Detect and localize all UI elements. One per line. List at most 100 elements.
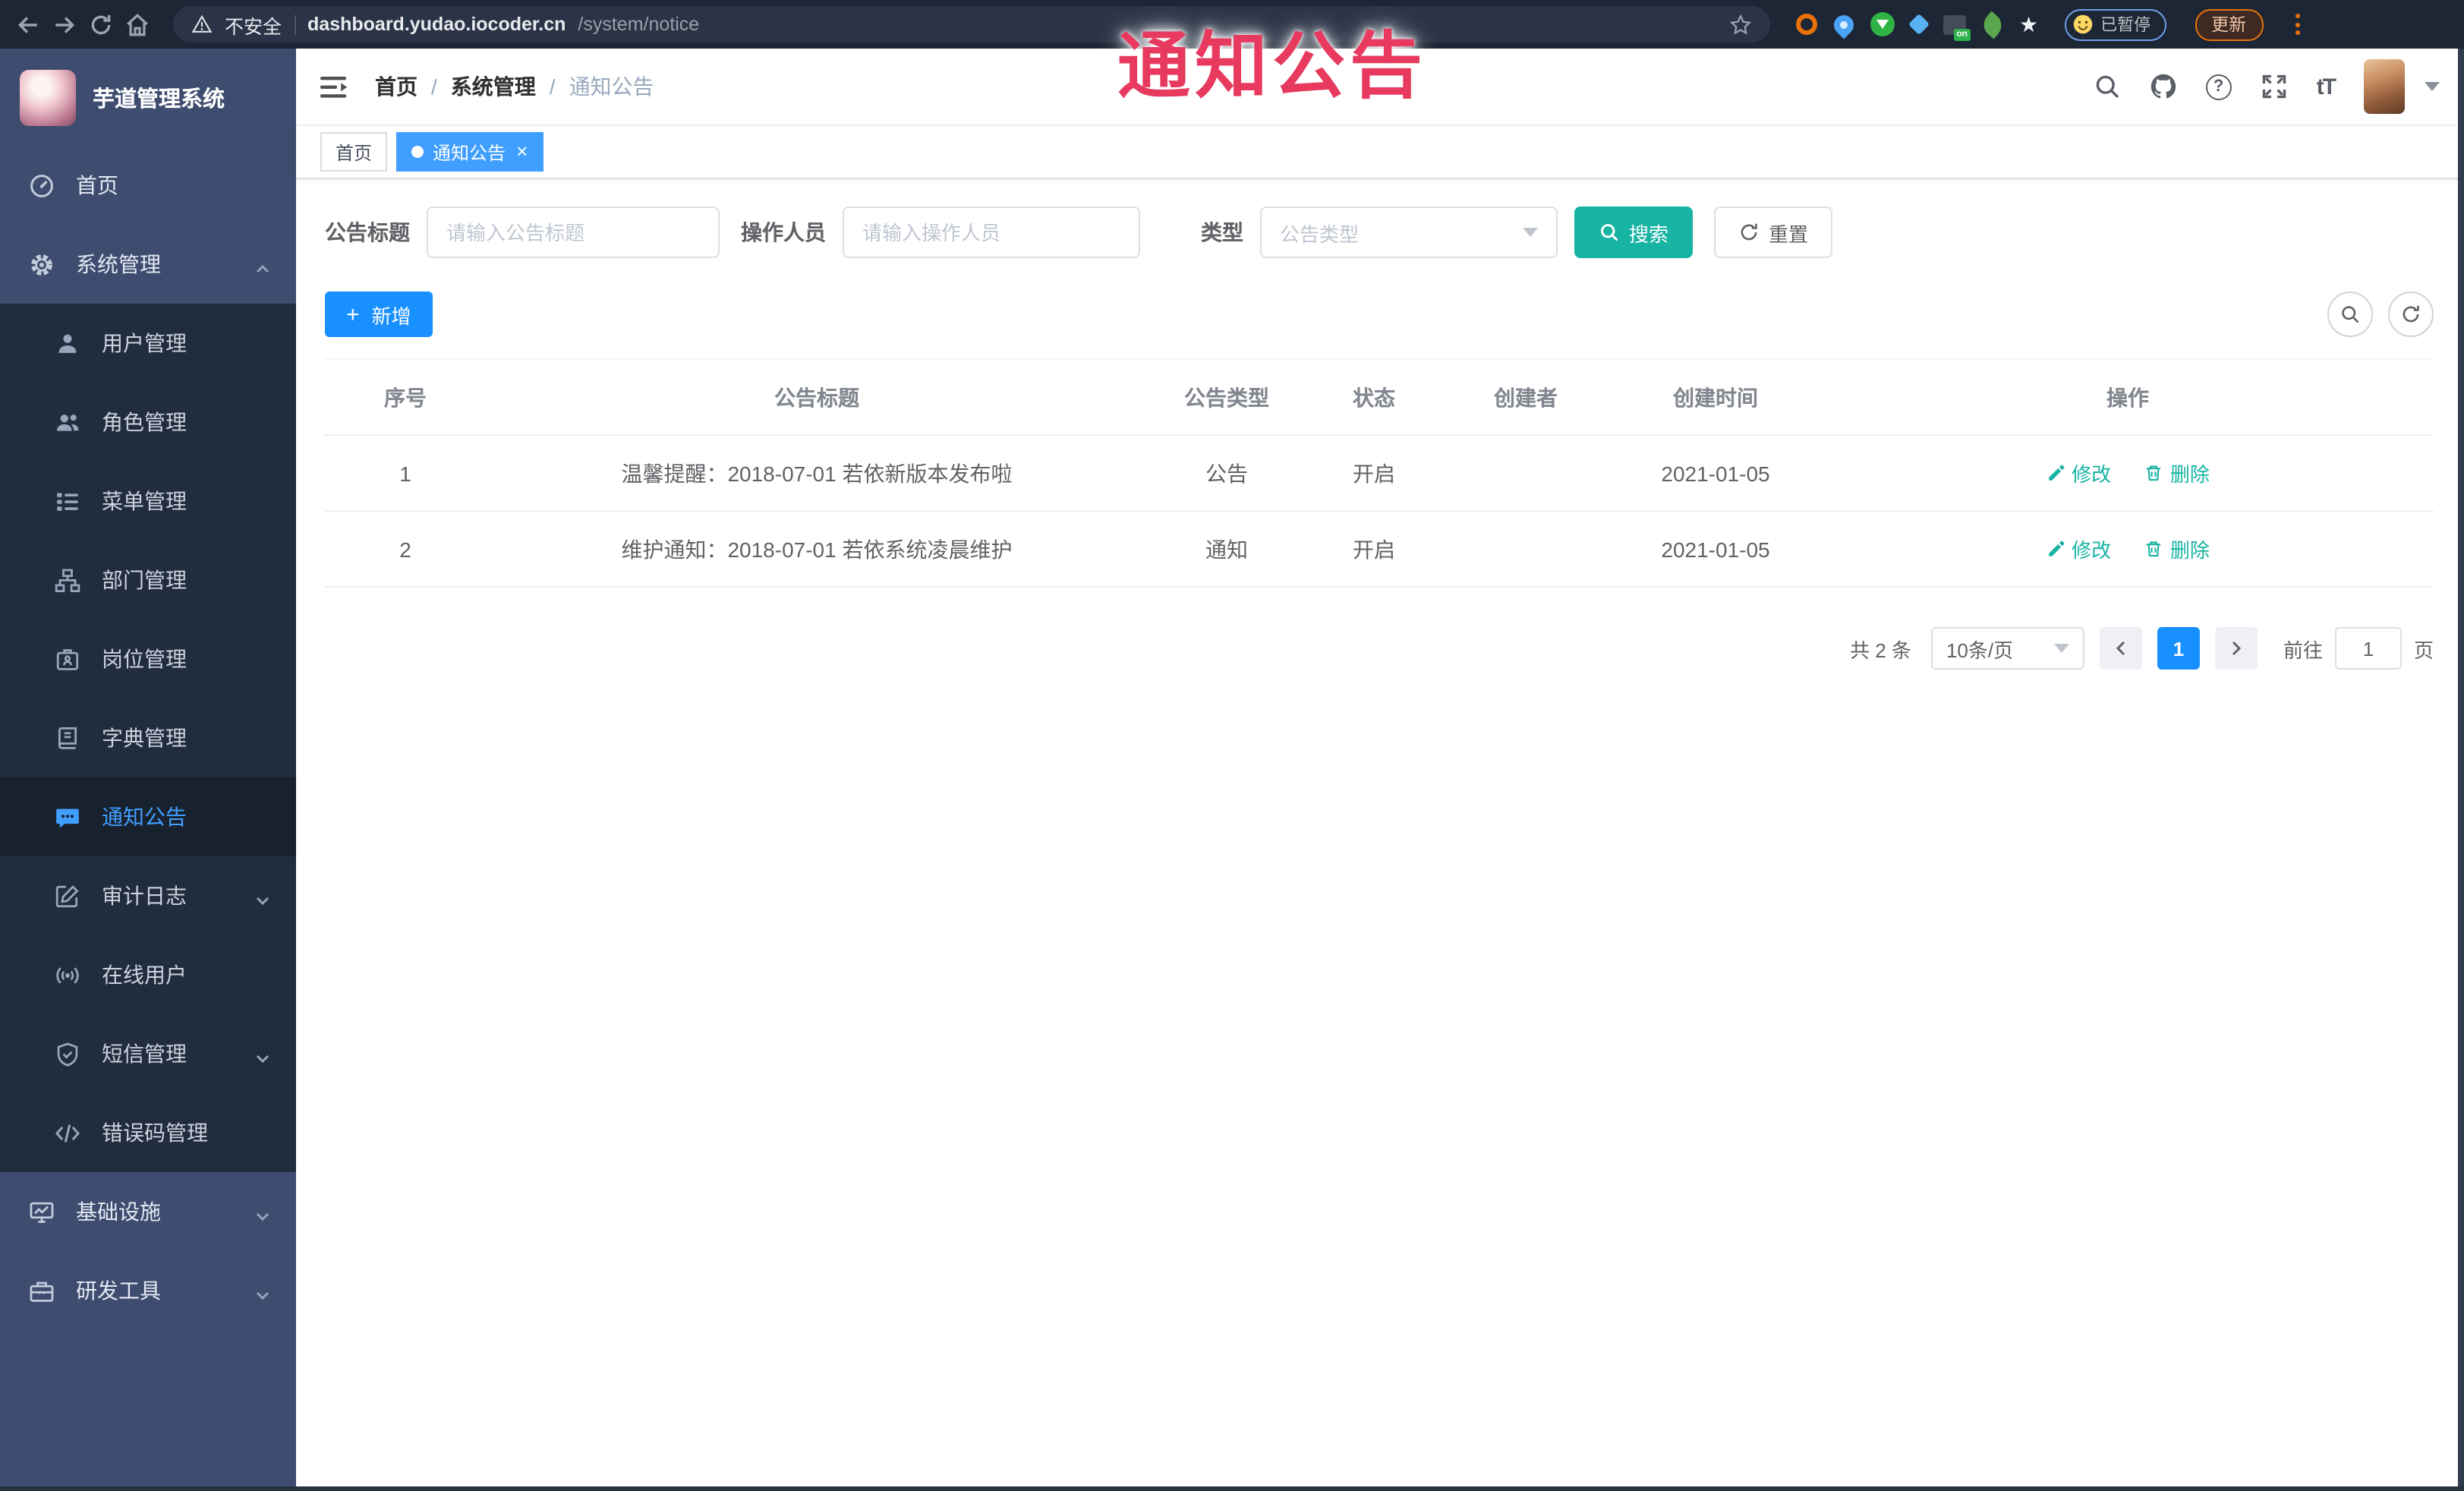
col-creator: 创建者 — [1442, 358, 1609, 436]
title-filter-field — [427, 206, 720, 258]
user-avatar[interactable] — [2364, 59, 2405, 114]
sidebar-item-dev-tools[interactable]: 研发工具 — [0, 1251, 296, 1330]
url-host: dashboard.yudao.iocoder.cn — [307, 14, 566, 35]
cell-status: 开启 — [1306, 435, 1442, 512]
col-type: 公告类型 — [1148, 358, 1306, 436]
sidebar-item-roles[interactable]: 角色管理 — [0, 383, 296, 462]
show-search-button[interactable] — [2327, 292, 2373, 337]
logo: 芋道管理系统 — [0, 49, 296, 146]
delete-link[interactable]: 删除 — [2144, 459, 2210, 487]
tab-paused-chip[interactable]: 已暂停 — [2064, 8, 2166, 40]
sidebar-toggle-icon[interactable] — [320, 74, 349, 99]
main-area: 首页 / 系统管理 / 通知公告 ? tT 首页 通知公告 × 公告标题 请输入… — [296, 49, 2464, 1491]
help-icon[interactable]: ? — [2205, 74, 2232, 99]
page-size-select[interactable]: 10条/页 — [1930, 627, 2084, 670]
search-button[interactable]: 搜索 — [1574, 206, 1694, 258]
edit-square-icon — [55, 883, 80, 909]
tag-home[interactable]: 首页 — [320, 132, 388, 172]
code-icon — [55, 1120, 80, 1146]
sidebar-item-error-codes[interactable]: 错误码管理 — [0, 1093, 296, 1172]
sidebar-item-label: 字典管理 — [102, 726, 187, 750]
bookmark-star-icon[interactable] — [1729, 13, 1752, 36]
operator-filter-label: 操作人员 — [741, 220, 826, 244]
chrome-update-button[interactable]: 更新 — [2195, 8, 2264, 40]
chevron-up-icon — [255, 257, 270, 273]
sidebar-item-departments[interactable]: 部门管理 — [0, 541, 296, 619]
sidebar-item-sms[interactable]: 短信管理 — [0, 1014, 296, 1093]
type-select[interactable]: 公告类型 — [1260, 206, 1558, 258]
sidebar-item-label: 在线用户 — [102, 963, 187, 987]
menu-list-icon — [55, 488, 80, 514]
github-icon[interactable] — [2150, 73, 2177, 100]
edit-link[interactable]: 修改 — [2046, 534, 2111, 563]
reset-button[interactable]: 重置 — [1714, 206, 1833, 258]
font-size-icon[interactable]: tT — [2317, 74, 2336, 99]
tag-notice[interactable]: 通知公告 × — [396, 132, 544, 172]
prev-page-button[interactable] — [2099, 627, 2142, 670]
org-tree-icon — [55, 567, 80, 593]
breadcrumb-separator: / — [549, 74, 556, 99]
extension-diamond-icon[interactable] — [1908, 13, 1930, 36]
tag-close-icon[interactable]: × — [516, 141, 528, 161]
next-page-button[interactable] — [2214, 627, 2258, 670]
cell-actions: 修改 删除 — [1822, 511, 2434, 588]
sidebar-item-dict[interactable]: 字典管理 — [0, 698, 296, 777]
col-actions: 操作 — [1822, 358, 2434, 436]
cell-created-at: 2021-01-05 — [1609, 511, 1822, 588]
sidebar-item-system[interactable]: 系统管理 — [0, 225, 296, 304]
browser-menu-icon[interactable] — [2292, 11, 2302, 38]
search-icon[interactable] — [2094, 73, 2121, 100]
cell-creator — [1442, 511, 1609, 588]
extension-blue-pin-icon[interactable] — [1829, 10, 1858, 39]
breadcrumb-system[interactable]: 系统管理 — [451, 71, 536, 102]
page-number-1[interactable]: 1 — [2157, 627, 2200, 670]
sidebar-item-label: 研发工具 — [76, 1278, 161, 1303]
back-icon[interactable] — [15, 11, 41, 37]
operator-filter-input[interactable] — [862, 221, 1120, 244]
delete-link[interactable]: 删除 — [2144, 534, 2210, 563]
sidebar-item-users[interactable]: 用户管理 — [0, 304, 296, 383]
active-dot — [411, 146, 424, 158]
sidebar-item-audit-log[interactable]: 审计日志 — [0, 856, 296, 935]
extension-leaf-icon[interactable] — [1978, 10, 2007, 39]
security-label: 不安全 — [225, 16, 282, 37]
sidebar-item-label: 用户管理 — [102, 331, 187, 355]
goto-group: 前往 页 — [2283, 627, 2434, 670]
toolbox-icon — [29, 1278, 55, 1303]
home-icon[interactable] — [124, 11, 150, 37]
table-row: 2 维护通知：2018-07-01 若依系统凌晨维护 通知 开启 2021-01… — [325, 511, 2434, 588]
sidebar-item-notice[interactable]: 通知公告 — [0, 777, 296, 856]
sidebar-item-online-users[interactable]: 在线用户 — [0, 935, 296, 1014]
pencil-icon — [2048, 465, 2064, 481]
fullscreen-icon[interactable] — [2261, 73, 2288, 100]
title-filter-input[interactable] — [446, 221, 700, 244]
cell-index: 1 — [325, 435, 486, 512]
vue-devtools-icon[interactable] — [1870, 12, 1895, 36]
col-created-at: 创建时间 — [1609, 358, 1822, 436]
avatar-caret-icon[interactable] — [2425, 82, 2440, 91]
chevron-down-icon — [255, 888, 270, 906]
system-submenu: 用户管理 角色管理 菜单管理 部门管理 岗位管理 字典管理 通知公告 审计日志 … — [0, 304, 296, 1172]
refresh-table-button[interactable] — [2388, 292, 2434, 337]
sidebar-item-menus[interactable]: 菜单管理 — [0, 462, 296, 541]
type-select-placeholder: 公告类型 — [1280, 222, 1360, 245]
sidebar-item-infrastructure[interactable]: 基础设施 — [0, 1172, 296, 1251]
proxy-extension-icon[interactable]: on — [1943, 14, 1971, 40]
sidebar-item-posts[interactable]: 岗位管理 — [0, 619, 296, 698]
extension-orange-ring-icon[interactable] — [1796, 14, 1817, 35]
breadcrumb-home[interactable]: 首页 — [375, 71, 417, 102]
url-path: /system/notice — [578, 14, 700, 35]
extensions-puzzle-icon[interactable]: ★ — [2019, 14, 2038, 35]
cell-title: 维护通知：2018-07-01 若依系统凌晨维护 — [486, 511, 1148, 588]
forward-icon[interactable] — [52, 11, 77, 37]
table-tools — [2327, 292, 2434, 337]
table-row: 1 温馨提醒：2018-07-01 若依新版本发布啦 公告 开启 2021-01… — [325, 435, 2434, 512]
add-button[interactable]: + 新增 — [325, 292, 433, 337]
reload-icon[interactable] — [88, 11, 114, 37]
sidebar-item-home[interactable]: 首页 — [0, 146, 296, 225]
edit-link[interactable]: 修改 — [2046, 459, 2111, 487]
book-icon — [55, 725, 80, 751]
breadcrumb-current: 通知公告 — [569, 74, 654, 99]
address-bar[interactable]: 不安全 dashboard.yudao.iocoder.cn/system/no… — [173, 6, 1770, 43]
goto-page-input[interactable] — [2334, 627, 2402, 670]
